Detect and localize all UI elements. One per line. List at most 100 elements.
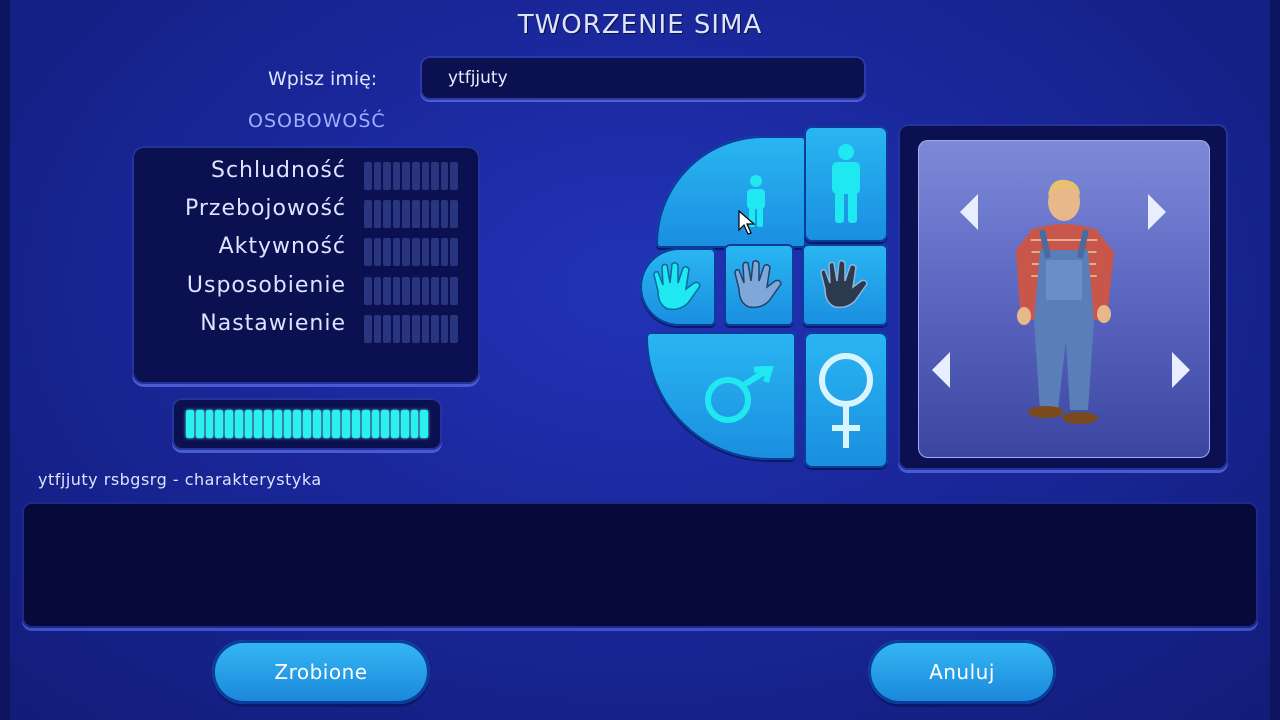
points-segment [215,410,224,438]
points-segment [273,410,282,438]
trait-label: Aktywność [218,234,346,259]
points-segment [244,410,253,438]
trait-segment [440,315,449,343]
trait-segment [373,200,382,228]
points-segment [293,410,302,438]
prev-body-arrow-icon[interactable] [928,350,954,390]
trait-segment [402,200,410,228]
male-button[interactable] [646,332,796,460]
trait-row-playful: Usposobienie [132,273,480,305]
trait-segment [431,315,439,343]
trait-segment [450,238,458,266]
points-segment [352,410,360,438]
points-segment [420,410,429,438]
prev-head-arrow-icon[interactable] [956,192,982,232]
trait-segment [364,200,372,228]
points-segment [254,410,263,438]
trait-segment [364,315,372,343]
next-head-arrow-icon[interactable] [1144,192,1170,232]
trait-bar[interactable] [364,162,458,190]
adult-button[interactable] [804,126,888,242]
trait-segment [392,315,401,343]
points-segment [410,410,419,438]
points-segment [371,410,380,438]
trait-segment [364,277,372,305]
hand-light-icon [653,261,701,311]
points-segment [361,410,370,438]
points-segment [332,410,341,438]
skin-medium-button[interactable] [724,244,794,326]
name-input[interactable]: ytfjjuty [420,56,866,100]
trait-segment [402,277,410,305]
male-icon [705,366,774,423]
trait-segment [392,238,401,266]
remaining-points-bar [172,398,442,450]
cancel-button[interactable]: Anuluj [868,640,1056,704]
points-segment [391,410,399,438]
trait-segment [450,277,458,305]
trait-bar[interactable] [364,277,458,305]
trait-segment [411,315,420,343]
points-segment [264,410,272,438]
points-segment [205,410,214,438]
trait-bar[interactable] [364,200,458,228]
trait-segment [392,277,401,305]
sim-figure [1016,179,1114,424]
personality-title: OSOBOWOŚĆ [248,110,386,132]
adult-icon [832,144,860,223]
trait-segment [421,277,430,305]
trait-segment [440,277,449,305]
trait-segment [440,238,449,266]
trait-segment [411,162,420,190]
points-segment [312,410,321,438]
trait-segment [373,277,382,305]
trait-segment [402,162,410,190]
trait-row-outgoing: Przebojowość [132,196,480,228]
trait-segment [421,315,430,343]
trait-segment [411,200,420,228]
trait-label: Nastawienie [200,311,346,336]
trait-label: Usposobienie [186,273,346,298]
trait-segment [373,238,382,266]
points-segment [234,410,243,438]
description-box [22,502,1258,628]
trait-bar[interactable] [364,238,458,266]
trait-label: Przebojowość [184,196,346,221]
trait-segment [431,162,439,190]
trait-segment [450,200,458,228]
characteristic-label: ytfjjuty rsbgsrg - charakterystyka [38,470,322,489]
points-segment [186,410,194,438]
points-segment [225,410,233,438]
trait-label: Schludność [211,158,346,183]
points-segment [342,410,351,438]
done-button[interactable]: Zrobione [212,640,430,704]
trait-segment [421,238,430,266]
trait-segment [402,238,410,266]
points-segment [303,410,311,438]
hand-medium-icon [734,259,782,309]
skin-light-button[interactable] [640,248,716,326]
appearance-selector [640,124,890,474]
trait-segment [411,277,420,305]
points-segment [195,410,204,438]
female-button[interactable] [804,332,888,468]
trait-bar[interactable] [364,315,458,343]
traits-panel: Schludność Przebojowość Aktywność Usposo… [132,146,480,384]
female-icon [819,353,873,448]
trait-row-active: Aktywność [132,234,480,266]
trait-segment [440,200,449,228]
child-button[interactable] [656,136,806,248]
trait-segment [421,200,430,228]
trait-segment [411,238,420,266]
hand-dark-icon [820,259,868,309]
remaining-points-fill [186,410,429,438]
skin-dark-button[interactable] [802,244,888,326]
points-segment [283,410,292,438]
trait-segment [383,200,391,228]
trait-segment [402,315,410,343]
name-label: Wpisz imię: [268,68,378,90]
trait-segment [431,238,439,266]
next-body-arrow-icon[interactable] [1168,350,1194,390]
trait-segment [450,162,458,190]
trait-segment [373,162,382,190]
